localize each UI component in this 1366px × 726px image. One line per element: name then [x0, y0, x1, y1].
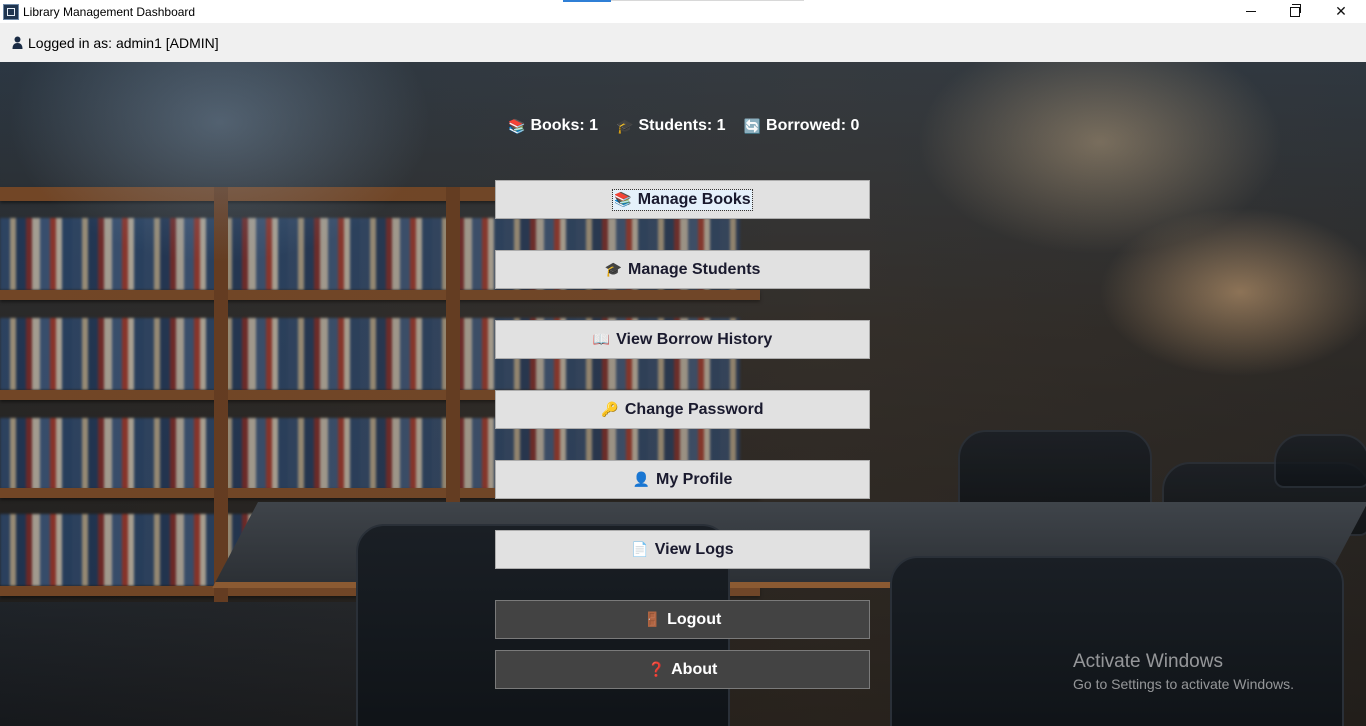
- minimize-icon: [1246, 11, 1256, 12]
- view-logs-button[interactable]: 📄 View Logs: [495, 530, 870, 569]
- user-icon: [12, 36, 23, 49]
- my-profile-label: My Profile: [655, 470, 733, 488]
- question-icon: ❓: [647, 661, 666, 677]
- window-titlebar: Library Management Dashboard ✕: [0, 0, 1366, 23]
- close-icon: ✕: [1335, 3, 1347, 19]
- user-icon: 👤: [632, 471, 650, 487]
- stat-borrowed-label: Borrowed: 0: [766, 117, 860, 134]
- manage-books-button[interactable]: 📚 Manage Books: [495, 180, 870, 219]
- manage-students-label: Manage Students: [627, 260, 761, 278]
- app-icon: [3, 3, 19, 20]
- stat-borrowed: 🔄 Borrowed: 0: [744, 117, 860, 135]
- restore-button[interactable]: [1272, 0, 1318, 23]
- about-label: About: [671, 660, 718, 678]
- window-title: Library Management Dashboard: [23, 4, 196, 19]
- logout-button[interactable]: 🚪 Logout: [495, 600, 870, 639]
- login-status-bar: Logged in as: admin1 [ADMIN]: [0, 23, 1366, 62]
- activate-windows-watermark: Activate Windows Go to Settings to activ…: [1073, 651, 1294, 692]
- stat-books: 📚 Books: 1: [508, 117, 598, 135]
- logout-label: Logout: [667, 610, 722, 628]
- minimize-button[interactable]: [1228, 0, 1274, 23]
- graduation-cap-icon: 🎓: [604, 261, 622, 277]
- door-icon: 🚪: [643, 611, 662, 627]
- graduation-cap-icon: 🎓: [616, 117, 634, 134]
- manage-students-button[interactable]: 🎓 Manage Students: [495, 250, 870, 289]
- manage-books-label: Manage Books: [637, 190, 751, 208]
- view-borrow-history-button[interactable]: 📖 View Borrow History: [495, 320, 870, 359]
- open-book-icon: 📖: [592, 331, 611, 347]
- change-password-label: Change Password: [624, 400, 764, 418]
- about-button[interactable]: ❓ About: [495, 650, 870, 689]
- key-icon: 🔑: [601, 401, 619, 417]
- books-icon: 📚: [614, 191, 632, 207]
- watermark-title: Activate Windows: [1073, 651, 1223, 672]
- titlebar-divider: [611, 0, 804, 1]
- close-button[interactable]: ✕: [1318, 0, 1364, 23]
- titlebar-accent: [563, 0, 611, 2]
- watermark-subtitle: Go to Settings to activate Windows.: [1073, 676, 1294, 692]
- view-borrow-history-label: View Borrow History: [616, 330, 773, 348]
- stat-books-label: Books: 1: [530, 117, 599, 134]
- sync-icon: 🔄: [743, 117, 762, 134]
- my-profile-button[interactable]: 👤 My Profile: [495, 460, 870, 499]
- change-password-button[interactable]: 🔑 Change Password: [495, 390, 870, 429]
- books-icon: 📚: [508, 117, 526, 134]
- view-logs-label: View Logs: [654, 540, 734, 558]
- stat-students: 🎓 Students: 1: [616, 117, 726, 135]
- login-status-text: Logged in as: admin1 [ADMIN]: [28, 34, 219, 51]
- stats-summary: 📚 Books: 1 🎓 Students: 1 🔄 Borrowed: 0: [508, 116, 877, 136]
- restore-icon: [1290, 3, 1301, 17]
- stat-students-label: Students: 1: [638, 117, 726, 134]
- document-icon: 📄: [631, 541, 649, 557]
